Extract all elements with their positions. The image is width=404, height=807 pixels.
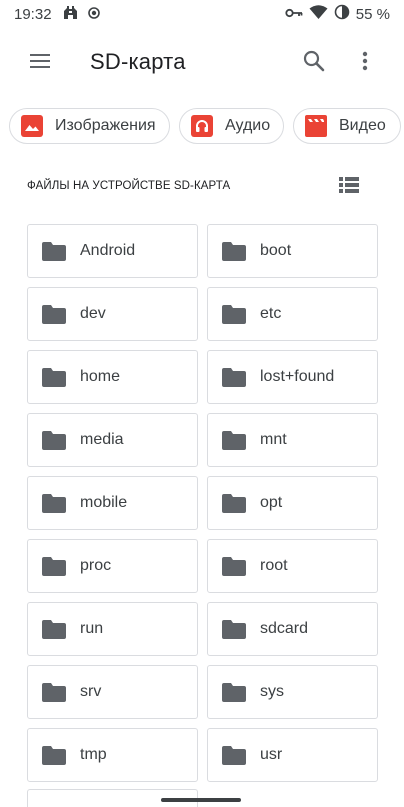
- status-bar: 19:32 55 %: [0, 0, 404, 28]
- folder-icon: [42, 620, 66, 639]
- folder-name: media: [80, 431, 124, 448]
- folder-icon: [42, 368, 66, 387]
- folder-icon: [222, 368, 246, 387]
- folder-name: run: [80, 620, 104, 637]
- menu-button[interactable]: [22, 48, 58, 78]
- more-options-button[interactable]: [350, 46, 380, 80]
- folder-icon: [222, 557, 246, 576]
- gesture-nav-handle[interactable]: [161, 798, 241, 802]
- chip-audio-label: Аудио: [225, 117, 271, 134]
- clapperboard-icon: [305, 115, 327, 137]
- folder-icon: [222, 494, 246, 513]
- folder-name: tmp: [80, 746, 107, 763]
- folder-name: Android: [80, 242, 136, 259]
- folder-icon: [222, 746, 246, 765]
- folder-item[interactable]: sdcard: [207, 602, 378, 656]
- hamburger-menu-icon: [29, 53, 51, 74]
- category-chips: Изображения Аудио Видео: [0, 108, 404, 144]
- folder-name: home: [80, 368, 121, 385]
- status-time: 19:32: [14, 5, 52, 23]
- folder-icon: [222, 305, 246, 324]
- battery-saver-icon: [334, 4, 350, 24]
- folder-name: etc: [260, 305, 282, 322]
- headphones-icon: [191, 115, 213, 137]
- folder-name: proc: [80, 557, 112, 574]
- folder-item[interactable]: lost+found: [207, 350, 378, 404]
- folder-name: lost+found: [260, 368, 335, 385]
- folder-item[interactable]: mobile: [27, 476, 198, 530]
- folder-item[interactable]: usr: [207, 728, 378, 782]
- folder-icon: [42, 494, 66, 513]
- notification-app-icon: [62, 5, 79, 24]
- search-icon: [303, 50, 325, 77]
- folder-icon: [42, 305, 66, 324]
- folder-item[interactable]: home: [27, 350, 198, 404]
- record-dot-icon: [87, 6, 100, 23]
- folder-name: mnt: [260, 431, 287, 448]
- vpn-key-icon: [285, 6, 303, 23]
- chip-images-label: Изображения: [55, 117, 156, 134]
- folder-item[interactable]: proc: [27, 539, 198, 593]
- folder-icon: [42, 746, 66, 765]
- folder-name: dev: [80, 305, 106, 322]
- list-view-button[interactable]: [334, 174, 364, 200]
- folder-item[interactable]: srv: [27, 665, 198, 719]
- chip-audio[interactable]: Аудио: [179, 108, 284, 144]
- folder-name: opt: [260, 494, 283, 511]
- chip-video-label: Видео: [339, 117, 386, 134]
- chip-video[interactable]: Видео: [293, 108, 401, 144]
- search-button[interactable]: [296, 46, 332, 80]
- folder-name: srv: [80, 683, 102, 700]
- image-icon: [21, 115, 43, 137]
- folder-name: boot: [260, 242, 292, 259]
- folder-item[interactable]: dev: [27, 287, 198, 341]
- folder-name: sdcard: [260, 620, 309, 637]
- battery-percent: 55 %: [355, 5, 390, 23]
- folder-icon: [222, 242, 246, 261]
- folder-name: sys: [260, 683, 284, 700]
- folder-item[interactable]: Android: [27, 224, 198, 278]
- folder-name: root: [260, 557, 288, 574]
- more-vert-icon: [362, 51, 368, 76]
- folder-item[interactable]: media: [27, 413, 198, 467]
- folder-icon: [42, 242, 66, 261]
- folder-item[interactable]: boot: [207, 224, 378, 278]
- folder-item[interactable]: run: [27, 602, 198, 656]
- wifi-icon: [309, 4, 328, 24]
- folder-item[interactable]: etc: [207, 287, 378, 341]
- folder-item[interactable]: opt: [207, 476, 378, 530]
- folder-item[interactable]: root: [207, 539, 378, 593]
- folder-icon: [42, 683, 66, 702]
- app-bar: SD-карта: [0, 34, 404, 92]
- folder-icon: [42, 557, 66, 576]
- list-view-icon: [339, 176, 359, 198]
- folder-name: usr: [260, 746, 283, 763]
- chip-images[interactable]: Изображения: [9, 108, 170, 144]
- page-title: SD-карта: [90, 49, 186, 74]
- section-title: ФАЙЛЫ НА УСТРОЙСТВЕ SD-КАРТА: [27, 180, 231, 192]
- folder-icon: [222, 620, 246, 639]
- folder-icon: [222, 431, 246, 450]
- folder-item[interactable]: mnt: [207, 413, 378, 467]
- folder-item[interactable]: sys: [207, 665, 378, 719]
- folder-item[interactable]: tmp: [27, 728, 198, 782]
- folder-name: mobile: [80, 494, 128, 511]
- folder-icon: [222, 683, 246, 702]
- files-section-header: ФАЙЛЫ НА УСТРОЙСТВЕ SD-КАРТА: [0, 172, 404, 200]
- folder-icon: [42, 431, 66, 450]
